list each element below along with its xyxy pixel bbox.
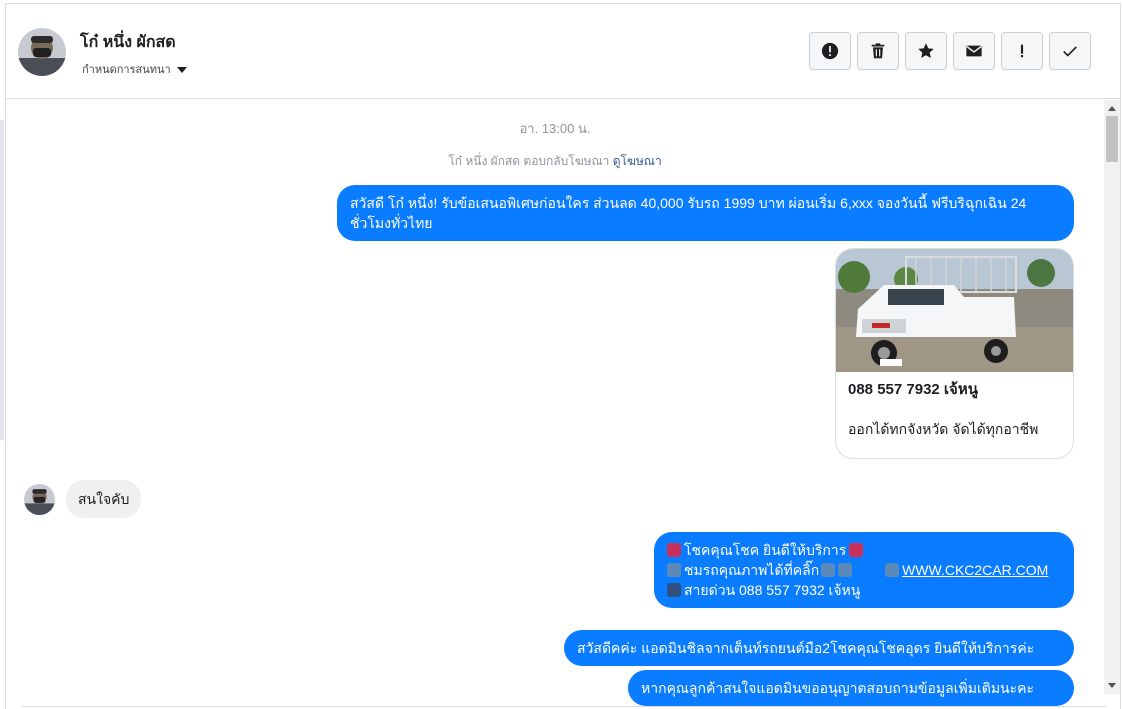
sparkle-emoji-icon	[849, 543, 864, 557]
done-button[interactable]	[1049, 32, 1091, 70]
promo-line-1: โชคคุณโชค ยินดีให้บริการ	[667, 540, 1061, 560]
delete-button[interactable]	[857, 32, 899, 70]
ad-card[interactable]: 088 557 7932 เจ้หนู ออกได้ทกจังหวัด จัดไ…	[835, 248, 1074, 459]
ad-reply-text: โก๋ หนึ่ง ผักสด ตอบกลับโฆษณา	[448, 154, 610, 168]
outgoing-message[interactable]: สวัสดีคค่ะ แอดมินชิลจากเต็นท์รถยนต์มือ2โ…	[564, 630, 1074, 666]
play-emoji-icon	[667, 563, 681, 577]
conversation-header: โก๋ หนึ่ง ผักสด กำหนดการสนทนา	[6, 4, 1120, 99]
outgoing-message[interactable]: สวัสดี โก๋ หนึ่ง! รับข้อเสนอพิเศษก่อนใคร…	[337, 185, 1074, 241]
contact-avatar[interactable]	[18, 28, 66, 76]
star-button[interactable]	[905, 32, 947, 70]
scroll-up-arrow-icon[interactable]	[1108, 106, 1116, 111]
contact-name: โก๋ หนึ่ง ผักสด	[80, 34, 176, 51]
star-icon	[918, 43, 934, 59]
incoming-message[interactable]: สนใจคับ	[66, 480, 142, 518]
ad-reply-notice: โก๋ หนึ่ง ผักสด ตอบกลับโฆษณา ดูโฆษณา	[6, 152, 1104, 171]
play-emoji-icon	[885, 563, 900, 577]
ad-car-image	[836, 249, 1073, 372]
outgoing-promo-message[interactable]: โชคคุณโชค ยินดีให้บริการ ชมรถคุณภาพได้ที…	[654, 532, 1074, 608]
message-thread: อา. 13:00 น. โก๋ หนึ่ง ผักสด ตอบกลับโฆษณ…	[6, 100, 1104, 709]
composer-divider	[22, 706, 1106, 707]
down-arrow-emoji-icon	[821, 563, 836, 577]
promo-line-3: สายด่วน 088 557 7932 เจ้หนู	[667, 580, 1061, 600]
view-ad-link[interactable]: ดูโฆษณา	[613, 154, 662, 168]
promo-line-3-text: สายด่วน 088 557 7932 เจ้หนู	[684, 582, 861, 598]
alert-circle-icon	[821, 42, 839, 60]
envelope-icon	[966, 45, 982, 57]
ad-card-description: ออกได้ทกจังหวัด จัดได้ทุกอาชีพ	[848, 421, 1039, 437]
thread-scrollbar[interactable]	[1104, 100, 1120, 694]
outgoing-message[interactable]: หากคุณลูกค้าสนใจแอดมินขออนุญาตสอบถามข้อม…	[628, 670, 1074, 706]
promo-line-1-text: โชคคุณโชค ยินดีให้บริการ	[684, 542, 847, 558]
contact-avatar-small	[24, 484, 55, 515]
conversation-toolbar	[809, 32, 1091, 70]
conversation-settings-label: กำหนดการสนทนา	[82, 64, 171, 76]
scroll-down-arrow-icon[interactable]	[1108, 683, 1116, 688]
caret-down-icon	[176, 66, 187, 73]
report-button[interactable]	[809, 32, 851, 70]
exclamation-icon	[1020, 44, 1024, 58]
important-button[interactable]	[1001, 32, 1043, 70]
website-link[interactable]: WWW.CKC2CAR.COM	[902, 562, 1048, 578]
ad-card-title: 088 557 7932 เจ้หนู	[848, 381, 978, 398]
phone-emoji-icon	[667, 583, 681, 597]
mark-unread-button[interactable]	[953, 32, 995, 70]
checkmark-icon	[1063, 46, 1077, 57]
sparkle-emoji-icon	[667, 543, 681, 557]
promo-line-2: ชมรถคุณภาพได้ที่คลิ๊ก WWW.CKC2CAR.COM	[667, 560, 1061, 580]
conversation-settings-dropdown[interactable]: กำหนดการสนทนา	[82, 60, 187, 78]
down-arrow-emoji-icon	[838, 563, 853, 577]
scrollbar-thumb[interactable]	[1106, 116, 1118, 162]
trash-icon	[871, 43, 885, 59]
message-timestamp: อา. 13:00 น.	[519, 121, 591, 136]
promo-line-2-text: ชมรถคุณภาพได้ที่คลิ๊ก	[684, 562, 820, 578]
left-panel-edge	[0, 120, 4, 440]
